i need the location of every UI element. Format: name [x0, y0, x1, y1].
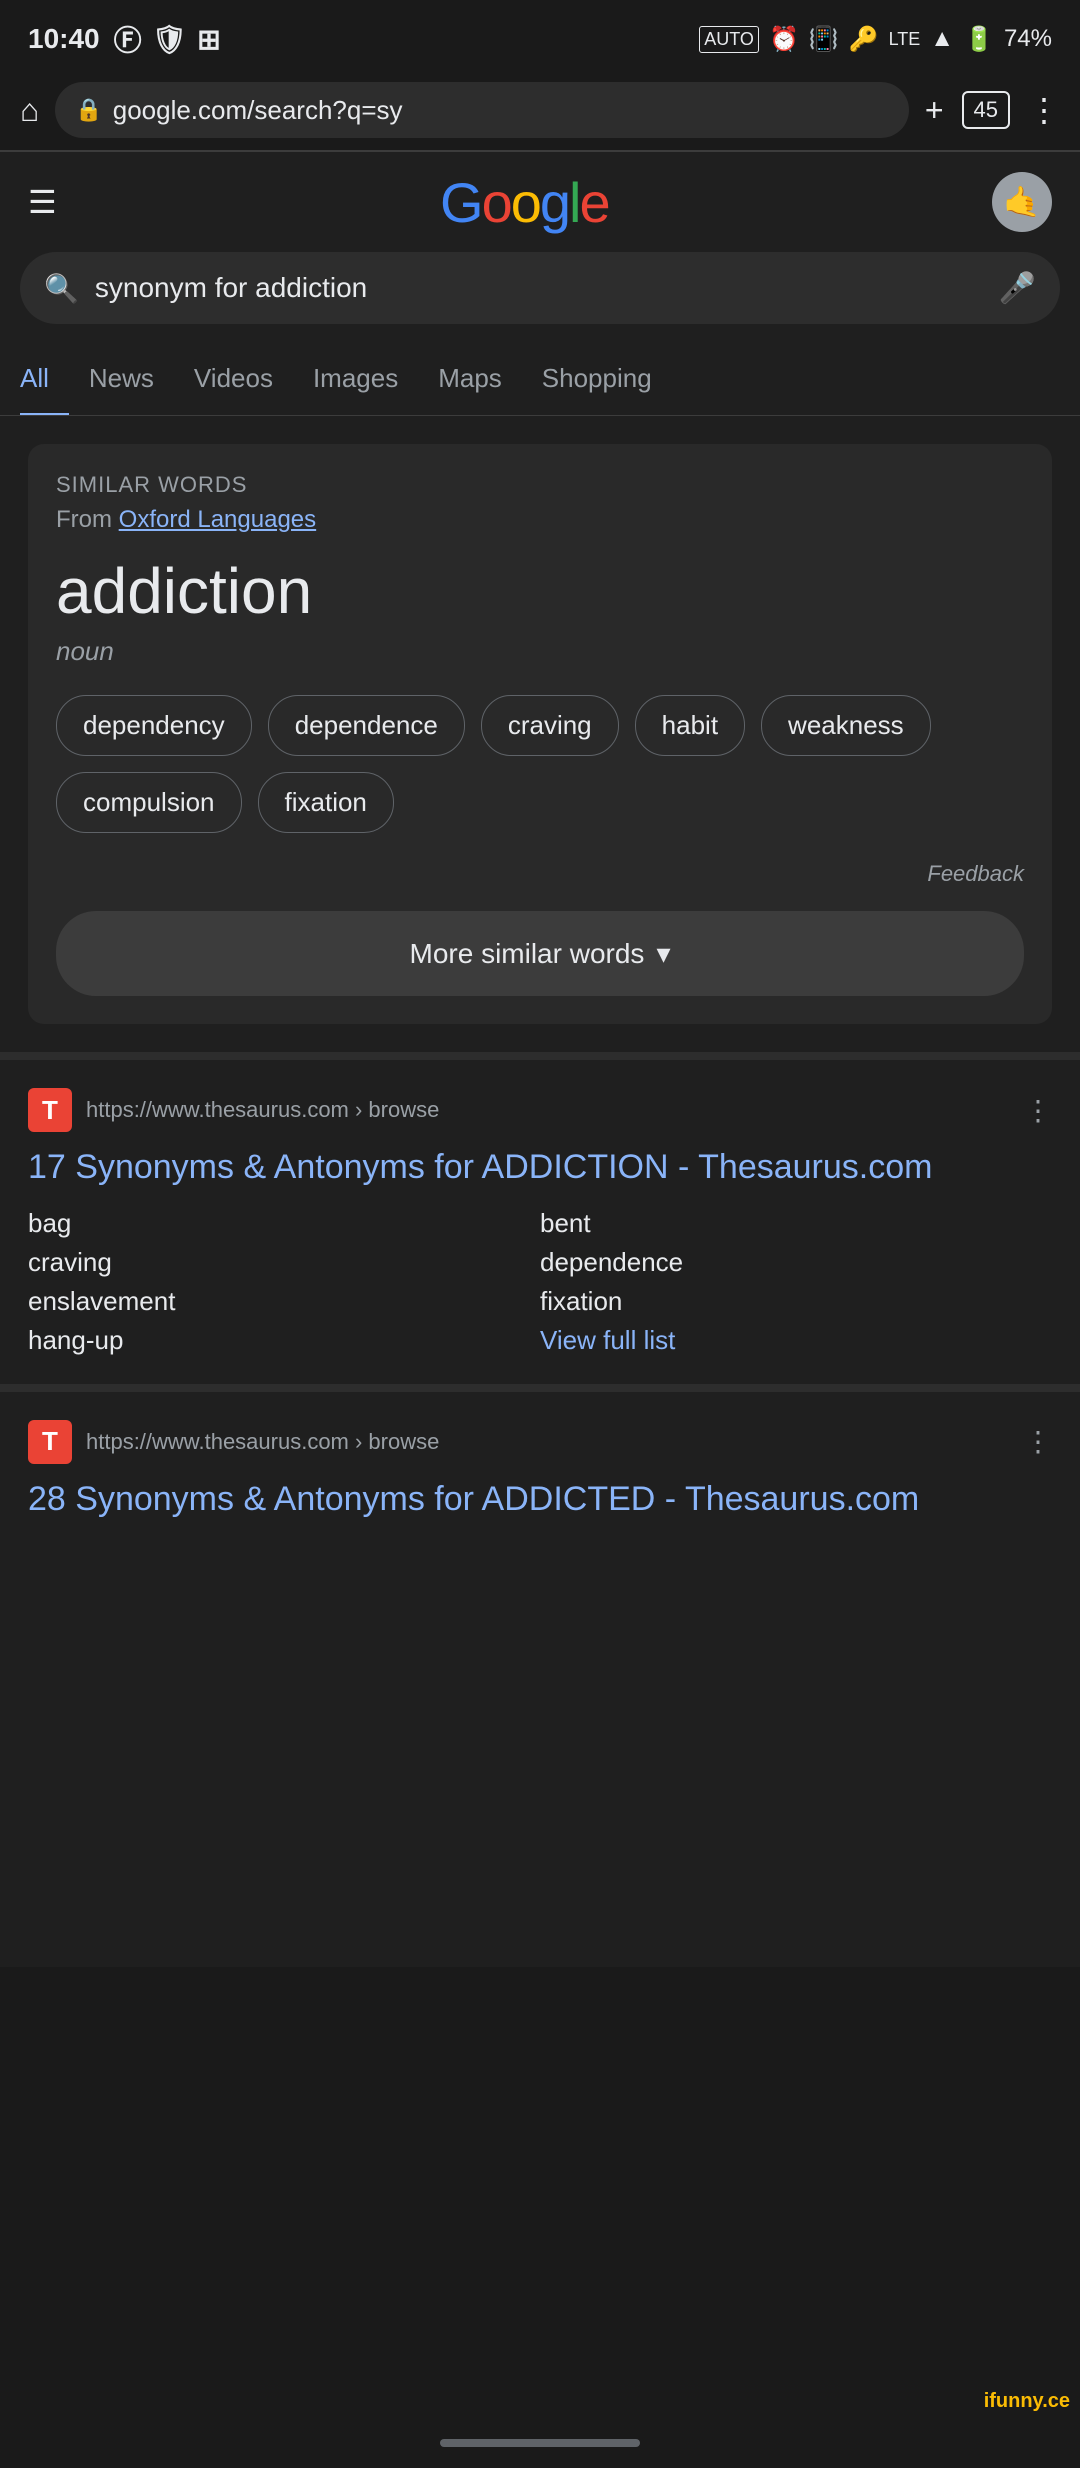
google-logo: Google: [440, 170, 609, 235]
search-bar-container: 🔍 synonym for addiction 🎤: [0, 252, 1080, 344]
source-prefix: From: [56, 506, 112, 533]
similar-words-card: SIMILAR WORDS From Oxford Languages addi…: [28, 444, 1052, 1024]
result-menu-icon-1[interactable]: ⋮: [1024, 1094, 1052, 1127]
synonym-chip-dependency[interactable]: dependency: [56, 695, 252, 756]
more-similar-words-button[interactable]: More similar words ▾: [56, 911, 1024, 996]
source-link[interactable]: Oxford Languages: [119, 506, 316, 533]
browser-bar: ⌂ 🔒 google.com/search?q=sy + 45 ⋮: [0, 70, 1080, 150]
hamburger-menu-icon[interactable]: ☰: [28, 183, 57, 221]
search-bar[interactable]: 🔍 synonym for addiction 🎤: [20, 252, 1060, 324]
new-tab-icon[interactable]: +: [925, 92, 944, 129]
preview-enslavement[interactable]: enslavement: [28, 1286, 540, 1317]
search-result-2: T https://www.thesaurus.com › browse ⋮ 2…: [0, 1384, 1080, 1968]
result-url-1: https://www.thesaurus.com › browse: [86, 1097, 1024, 1123]
tab-count-badge[interactable]: 45: [962, 91, 1010, 129]
signal-strength-icon: ▲: [930, 25, 954, 53]
status-icons: Ⓕ 🛡 ⊞: [114, 19, 221, 59]
avatar[interactable]: 🤙: [992, 172, 1052, 232]
source-attribution: From Oxford Languages: [56, 506, 1024, 534]
bottom-navigation-bar: [0, 2418, 1080, 2468]
result-source-2: T https://www.thesaurus.com › browse ⋮: [28, 1420, 1052, 1464]
result-menu-icon-2[interactable]: ⋮: [1024, 1425, 1052, 1458]
watermark: ifunny.ce: [984, 2390, 1070, 2413]
address-bar[interactable]: 🔒 google.com/search?q=sy: [55, 82, 909, 138]
search-icon: 🔍: [44, 272, 79, 305]
main-content: SIMILAR WORDS From Oxford Languages addi…: [0, 416, 1080, 1052]
microphone-icon[interactable]: 🎤: [999, 271, 1036, 306]
search-result-1: T https://www.thesaurus.com › browse ⋮ 1…: [0, 1052, 1080, 1384]
result-title-1[interactable]: 17 Synonyms & Antonyms for ADDICTION - T…: [28, 1144, 1052, 1192]
result-url-2: https://www.thesaurus.com › browse: [86, 1429, 1024, 1455]
status-bar: 10:40 Ⓕ 🛡 ⊞ AUTO ⏰ 📳 🔑 LTE ▲ 🔋 74%: [0, 0, 1080, 70]
section-label: SIMILAR WORDS: [56, 472, 1024, 498]
tab-all[interactable]: All: [20, 344, 69, 416]
battery-level: 74%: [1004, 25, 1052, 53]
auto-icon: AUTO: [699, 26, 759, 53]
synonyms-chips: dependency dependence craving habit weak…: [56, 695, 1024, 833]
preview-craving[interactable]: craving: [28, 1247, 540, 1278]
result-source-1: T https://www.thesaurus.com › browse ⋮: [28, 1088, 1052, 1132]
result-title-2[interactable]: 28 Synonyms & Antonyms for ADDICTED - Th…: [28, 1476, 1052, 1524]
tab-images[interactable]: Images: [293, 344, 418, 416]
word-title: addiction: [56, 554, 1024, 628]
vibrate-icon: 📳: [809, 25, 839, 54]
synonym-chip-fixation[interactable]: fixation: [258, 772, 394, 833]
chevron-down-icon: ▾: [656, 937, 670, 970]
lock-icon: 🔒: [75, 97, 102, 123]
browser-menu-icon[interactable]: ⋮: [1028, 91, 1060, 129]
view-full-list-link[interactable]: View full list: [540, 1325, 1052, 1356]
synonym-chip-compulsion[interactable]: compulsion: [56, 772, 242, 833]
home-icon[interactable]: ⌂: [20, 92, 39, 129]
app-icon: ⊞: [197, 23, 220, 56]
preview-hangup[interactable]: hang-up: [28, 1325, 540, 1356]
tab-videos[interactable]: Videos: [174, 344, 293, 416]
shield-icon: 🛡: [152, 23, 188, 56]
tab-news[interactable]: News: [69, 344, 174, 416]
status-right-icons: AUTO ⏰ 📳 🔑 LTE ▲ 🔋 74%: [699, 25, 1052, 54]
preview-bag[interactable]: bag: [28, 1208, 540, 1239]
time-display: 10:40: [28, 23, 100, 55]
facebook-icon: Ⓕ: [114, 19, 142, 59]
result-favicon-2: T: [28, 1420, 72, 1464]
url-text: google.com/search?q=sy: [113, 95, 889, 126]
feedback-link[interactable]: Feedback: [56, 861, 1024, 887]
search-tabs: All News Videos Images Maps Shopping: [0, 344, 1080, 416]
result-favicon-1: T: [28, 1088, 72, 1132]
alarm-icon: ⏰: [769, 25, 799, 54]
lte-icon: LTE: [889, 29, 921, 50]
home-indicator: [440, 2439, 640, 2447]
google-header: ☰ Google 🤙: [0, 152, 1080, 252]
part-of-speech: noun: [56, 636, 1024, 667]
tab-shopping[interactable]: Shopping: [522, 344, 672, 416]
preview-dependence[interactable]: dependence: [540, 1247, 1052, 1278]
tab-maps[interactable]: Maps: [418, 344, 522, 416]
search-query[interactable]: synonym for addiction: [95, 272, 999, 304]
synonym-chip-habit[interactable]: habit: [635, 695, 745, 756]
synonym-chip-weakness[interactable]: weakness: [761, 695, 931, 756]
result-2-content-placeholder: [28, 1539, 1052, 1939]
more-words-label: More similar words: [410, 938, 645, 970]
result-preview-1: bag bent craving dependence enslavement …: [28, 1208, 1052, 1356]
preview-bent[interactable]: bent: [540, 1208, 1052, 1239]
synonym-chip-craving[interactable]: craving: [481, 695, 619, 756]
synonym-chip-dependence[interactable]: dependence: [268, 695, 465, 756]
preview-fixation[interactable]: fixation: [540, 1286, 1052, 1317]
browser-actions: + 45 ⋮: [925, 91, 1060, 129]
battery-icon: 🔋: [964, 25, 994, 54]
key-icon: 🔑: [849, 25, 879, 54]
status-time: 10:40 Ⓕ 🛡 ⊞: [28, 19, 221, 59]
